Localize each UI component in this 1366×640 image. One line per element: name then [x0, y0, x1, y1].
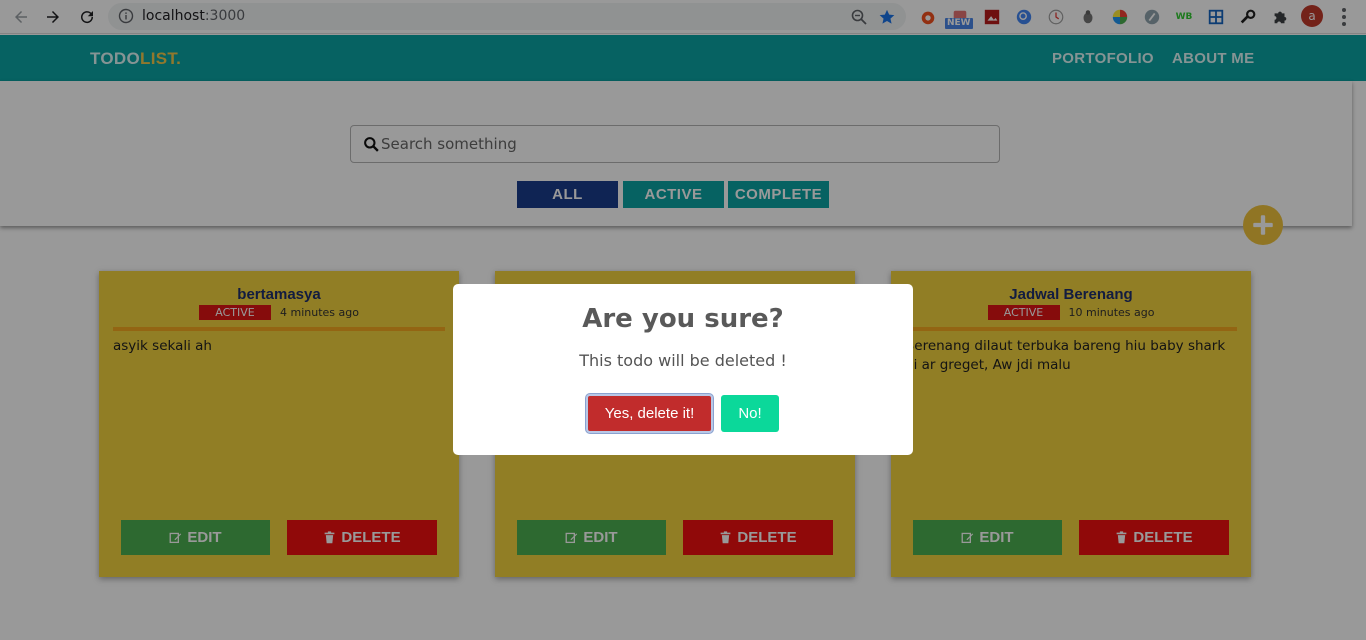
- dialog-title: Are you sure?: [582, 304, 784, 334]
- cancel-button[interactable]: No!: [721, 395, 779, 432]
- confirm-delete-button[interactable]: Yes, delete it!: [586, 394, 713, 433]
- confirm-dialog: Are you sure? This todo will be deleted …: [453, 284, 913, 455]
- dialog-message: This todo will be deleted !: [579, 351, 787, 370]
